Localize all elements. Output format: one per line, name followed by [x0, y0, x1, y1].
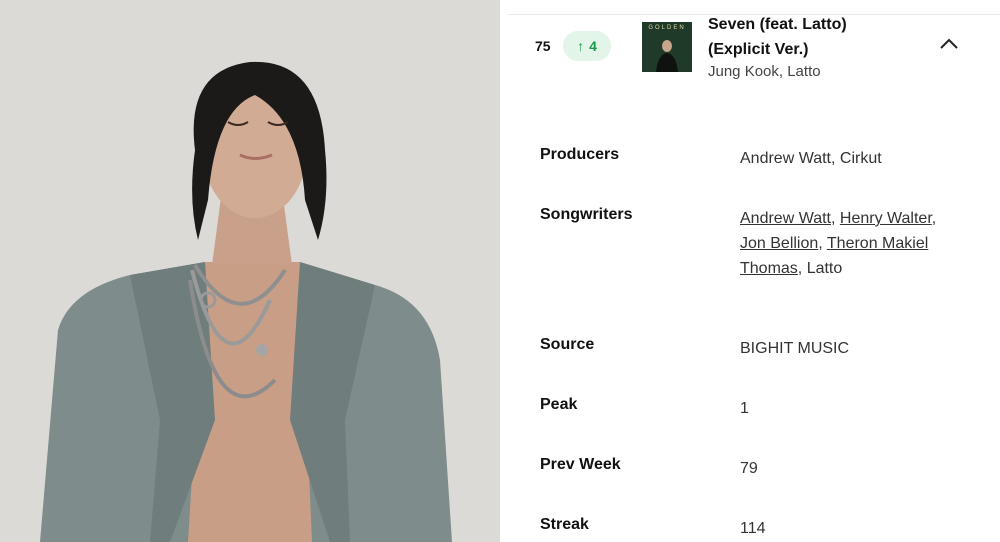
peak-value: 1	[740, 400, 749, 417]
songwriter-link[interactable]: Jon Bellion	[740, 235, 818, 252]
chart-detail-panel: 75 ↑ 4 GOLDEN Seven (feat. Latto) (Expli…	[508, 0, 1000, 542]
artist-photo-illustration	[0, 0, 500, 542]
songwriters-label: Songwriters	[540, 206, 633, 223]
producers-label: Producers	[540, 146, 620, 163]
prev-week-label: Prev Week	[540, 456, 621, 473]
arrow-up-icon: ↑	[577, 38, 585, 54]
songwriter-name: Latto	[806, 260, 843, 277]
songwriter-link[interactable]: Andrew Watt	[740, 210, 831, 227]
streak-value: 114	[740, 520, 766, 537]
source-value: BIGHIT MUSIC	[740, 340, 850, 357]
panel-divider	[500, 0, 508, 542]
prev-week-value: 79	[740, 460, 758, 477]
movement-value: 4	[589, 38, 597, 54]
streak-label: Streak	[540, 516, 589, 533]
album-cover[interactable]: GOLDEN	[642, 22, 692, 72]
album-cover-art	[656, 40, 678, 72]
track-title: Seven (feat. Latto) (Explicit Ver.)	[708, 16, 847, 58]
peak-label: Peak	[540, 396, 578, 413]
track-artist: Jung Kook, Latto	[708, 63, 821, 80]
source-label: Source	[540, 336, 595, 353]
artist-photo	[0, 0, 500, 542]
chevron-up-icon[interactable]	[938, 36, 960, 52]
chart-rank: 75	[535, 38, 551, 54]
movement-badge: ↑ 4	[563, 31, 611, 61]
producers-value: Andrew Watt, Cirkut	[740, 150, 882, 167]
songwriter-link[interactable]: Henry Walter	[840, 210, 932, 227]
songwriters-value: Andrew Watt, Henry Walter, Jon Bellion, …	[740, 210, 937, 277]
